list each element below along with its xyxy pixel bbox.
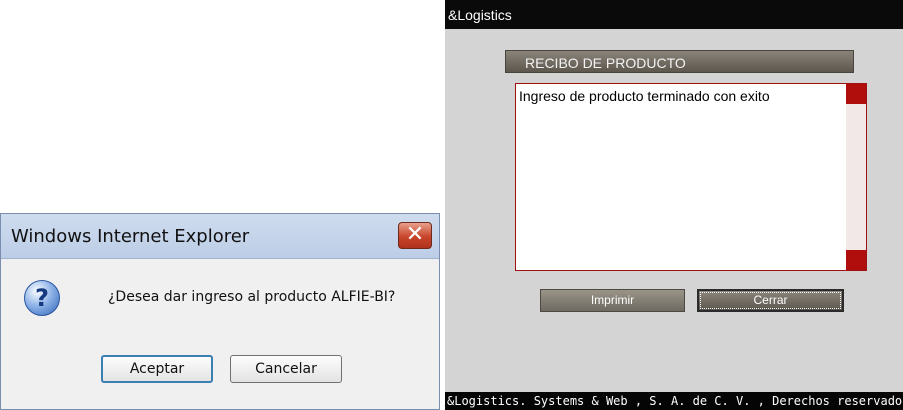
scrollbar-track[interactable] — [846, 84, 866, 270]
footer-text: &Logistics. Systems & Web , S. A. de C. … — [447, 394, 903, 408]
logistics-app: &Logistics RECIBO DE PRODUCTO Ingreso de… — [445, 0, 903, 410]
close-icon[interactable]: ✕ — [398, 222, 432, 249]
message-text: Ingreso de producto terminado con exito — [519, 88, 770, 104]
close-button[interactable]: Cerrar — [697, 289, 844, 312]
scroll-up-button[interactable] — [846, 84, 866, 104]
question-icon: ? — [24, 280, 60, 316]
print-button[interactable]: Imprimir — [540, 289, 685, 312]
confirm-dialog: Windows Internet Explorer ✕ ? ¿Desea dar… — [0, 213, 440, 410]
message-textarea[interactable]: Ingreso de producto terminado con exito — [515, 83, 867, 271]
panel-title-bar: RECIBO DE PRODUCTO — [505, 50, 854, 73]
panel-title: RECIBO DE PRODUCTO — [525, 55, 686, 71]
dialog-title: Windows Internet Explorer — [11, 226, 250, 247]
cancel-button[interactable]: Cancelar — [230, 355, 342, 383]
scroll-down-button[interactable] — [846, 250, 866, 270]
app-header: &Logistics — [445, 0, 903, 29]
dialog-message: ¿Desea dar ingreso al producto ALFIE-BI? — [108, 289, 396, 305]
accept-button[interactable]: Aceptar — [101, 355, 213, 383]
app-footer: &Logistics. Systems & Web , S. A. de C. … — [445, 392, 903, 410]
dialog-titlebar[interactable]: Windows Internet Explorer ✕ — [1, 214, 439, 259]
app-header-title: &Logistics — [448, 7, 512, 23]
